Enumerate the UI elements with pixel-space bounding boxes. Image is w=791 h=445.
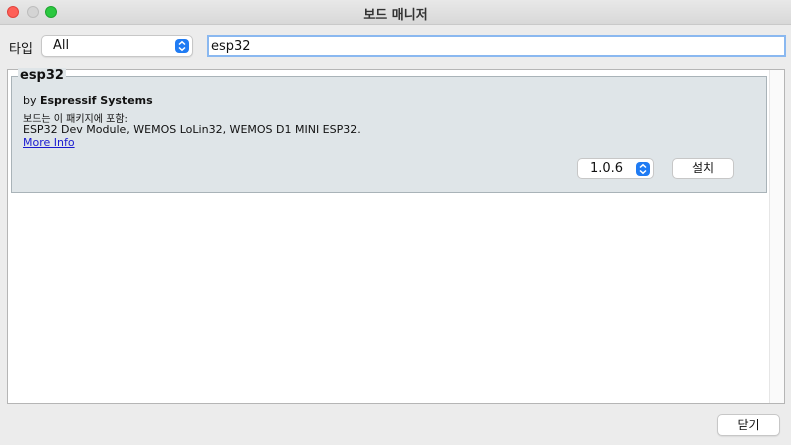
window-title: 보드 매니저: [363, 8, 428, 23]
board-name: esp32: [18, 68, 66, 83]
title-bar: 보드 매니저: [0, 0, 791, 25]
board-entry[interactable]: esp32 by Espressif Systems 보드는 이 패키지에 포함…: [11, 68, 767, 193]
by-prefix: by: [23, 94, 40, 107]
board-list: esp32 by Espressif Systems 보드는 이 패키지에 포함…: [7, 68, 785, 404]
vertical-scrollbar[interactable]: [769, 70, 784, 403]
version-select[interactable]: 1.0.6: [577, 158, 654, 179]
author-line: by Espressif Systems: [23, 94, 153, 107]
boards-list: ESP32 Dev Module, WEMOS LoLin32, WEMOS D…: [23, 123, 361, 136]
close-button[interactable]: 닫기: [717, 414, 780, 436]
install-button[interactable]: 설치: [672, 158, 734, 179]
chevron-up-down-icon: [636, 162, 650, 176]
chevron-up-down-icon: [175, 39, 189, 53]
more-info-link[interactable]: More Info: [23, 136, 75, 149]
search-input[interactable]: [207, 35, 786, 57]
author-name: Espressif Systems: [40, 94, 153, 107]
type-label: 타입: [9, 42, 33, 57]
type-select[interactable]: All: [41, 35, 193, 57]
type-select-value: All: [53, 38, 70, 53]
board-manager-window: 보드 매니저 타입 All esp32 by Espressif Systems…: [0, 0, 791, 445]
version-select-value: 1.0.6: [590, 161, 624, 176]
